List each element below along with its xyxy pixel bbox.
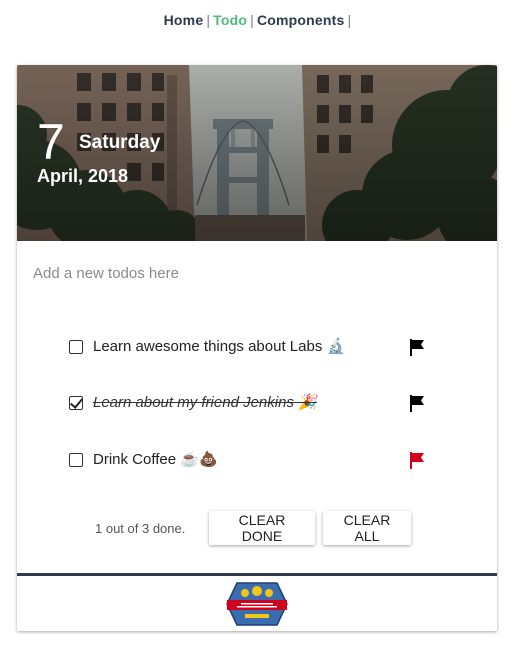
todo-text: Drink Coffee ☕💩 bbox=[93, 451, 218, 468]
todo-checkbox[interactable] bbox=[69, 453, 83, 467]
date-month-year: April, 2018 bbox=[37, 166, 129, 186]
new-todo-input[interactable] bbox=[33, 265, 473, 282]
flag-icon[interactable] bbox=[409, 395, 425, 412]
done-count-status: 1 out of 3 done. bbox=[95, 521, 186, 536]
clear-all-button[interactable]: CLEAR ALL bbox=[323, 511, 411, 545]
todo-card: 7 Saturday April, 2018 Learn awesome thi… bbox=[17, 65, 497, 631]
nav-separator: | bbox=[206, 12, 211, 28]
todo-checkbox[interactable] bbox=[69, 340, 83, 354]
date-day: 7 bbox=[37, 114, 65, 170]
clear-done-button[interactable]: CLEAR DONE bbox=[209, 511, 315, 545]
date-header: 7 Saturday April, 2018 bbox=[17, 65, 497, 241]
nav-separator: | bbox=[347, 12, 352, 28]
nav-link-components[interactable]: Components bbox=[257, 12, 345, 28]
todo-item[interactable]: Learn about my friend Jenkins 🎉 bbox=[69, 393, 439, 417]
top-navigation: Home | Todo | Components | bbox=[0, 12, 518, 28]
todo-text: Learn awesome things about Labs 🔬 bbox=[93, 338, 346, 355]
todo-item[interactable]: Learn awesome things about Labs 🔬 bbox=[69, 337, 439, 361]
nav-link-home[interactable]: Home bbox=[164, 12, 204, 28]
nav-link-todo[interactable]: Todo bbox=[213, 12, 247, 28]
open-innovation-labs-logo bbox=[226, 582, 288, 626]
flag-icon-important[interactable] bbox=[409, 452, 425, 469]
flag-icon[interactable] bbox=[409, 339, 425, 356]
nav-separator: | bbox=[250, 12, 254, 28]
footer-divider bbox=[17, 573, 497, 576]
todo-item[interactable]: Drink Coffee ☕💩 bbox=[69, 450, 439, 474]
todo-checkbox-checked[interactable] bbox=[69, 396, 83, 410]
date-weekday: Saturday bbox=[79, 132, 161, 153]
todo-text-done: Learn about my friend Jenkins 🎉 bbox=[93, 394, 317, 411]
